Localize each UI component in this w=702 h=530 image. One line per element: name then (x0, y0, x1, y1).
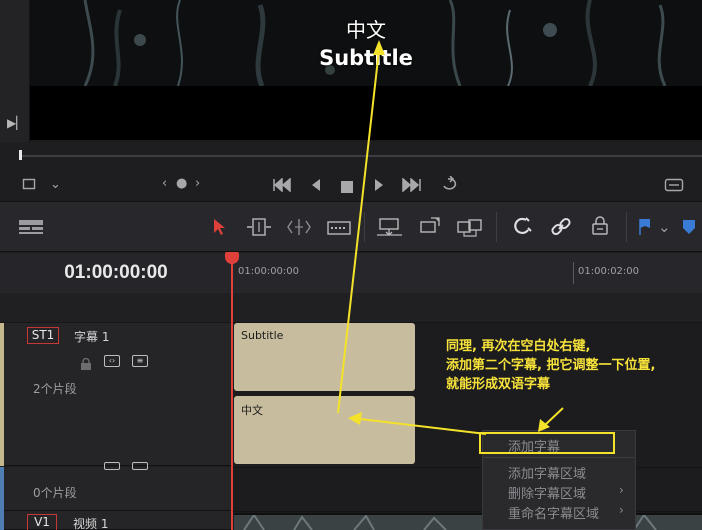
track-name[interactable]: 字幕 1 (74, 328, 109, 345)
track-badge[interactable]: V1 (27, 514, 57, 530)
marker-icon[interactable] (682, 219, 696, 239)
scrubber-track[interactable] (20, 155, 702, 157)
viewer-subtitle-en: Subtitle (319, 46, 413, 70)
menu-item-rename-subtitle-region[interactable]: 重命名字幕区域 (482, 503, 636, 522)
timeline-spacer (0, 293, 702, 323)
caption-icon[interactable]: ≡ (132, 355, 148, 367)
snapping-icon[interactable] (512, 217, 532, 241)
annotation-line: 同理, 再次在空白处右键, (446, 339, 591, 354)
caption-icon[interactable] (132, 462, 148, 470)
track-enable-icon[interactable] (104, 462, 120, 470)
chevron-down-icon[interactable]: ⌄ (50, 178, 61, 192)
prev-marker-icon[interactable]: ‹ (162, 177, 167, 191)
flag-icon[interactable] (638, 218, 652, 240)
video-preview-texture (83, 0, 667, 86)
playhead-line[interactable] (231, 259, 233, 530)
insert-clip-icon[interactable] (376, 217, 404, 241)
play-icon[interactable] (373, 177, 385, 196)
dynamic-trim-icon[interactable] (286, 218, 312, 240)
annotation-line: 就能形成双语字幕 (446, 377, 551, 392)
annotation-line: 添加第二个字幕, 把它调整一下位置, (446, 358, 656, 373)
timeline-view-icon[interactable] (18, 219, 44, 239)
toolbar-separator (626, 212, 627, 242)
link-icon[interactable] (551, 217, 571, 241)
menu-item-add-subtitle-region[interactable]: 添加字幕区域 (482, 463, 636, 482)
ruler-label: 01:00:00:00 (238, 266, 300, 277)
replace-clip-icon[interactable] (456, 217, 484, 241)
step-back-icon[interactable] (310, 177, 322, 196)
ruler-label: 01:00:02:00 (578, 266, 640, 277)
submenu-arrow-icon: › (619, 483, 624, 497)
chevron-down-icon[interactable]: ⌄ (658, 219, 671, 235)
track-color-strip (0, 323, 4, 466)
track-enable-icon[interactable]: ‹› (104, 355, 120, 367)
scrubber-handle[interactable] (19, 150, 22, 160)
submenu-arrow-icon: › (619, 503, 624, 517)
lock-icon[interactable] (591, 216, 609, 240)
toolbar-separator (496, 212, 497, 242)
track-badge[interactable]: ST1 (27, 327, 59, 344)
timecode-display[interactable]: 01:00:00:00 (0, 262, 232, 284)
track-color-strip (0, 467, 4, 511)
trim-icon[interactable] (246, 218, 272, 240)
menu-separator (484, 457, 634, 458)
selection-arrow-icon[interactable] (212, 218, 226, 240)
toolbar-separator (364, 212, 365, 242)
video-letterbox (30, 86, 702, 140)
menu-item-delete-subtitle-region[interactable]: 删除字幕区域 (482, 483, 636, 502)
subtitle-clip[interactable]: Subtitle (234, 323, 415, 391)
lock-icon[interactable] (80, 355, 92, 374)
subtitle-clip[interactable]: 中文 (234, 396, 415, 464)
viewer-subtitle-cn: 中文 (346, 18, 386, 42)
clip-count: 2个片段 (33, 382, 77, 396)
marker-dot-icon[interactable]: ● (176, 177, 187, 191)
blade-icon[interactable] (327, 220, 351, 239)
stop-icon[interactable] (341, 178, 353, 197)
track-color-strip (0, 511, 4, 530)
fullscreen-icon[interactable] (664, 177, 684, 196)
menu-highlight-box (479, 432, 615, 454)
clip-count: 0个片段 (33, 486, 77, 500)
crop-icon[interactable] (22, 177, 36, 195)
next-marker-icon[interactable]: › (195, 177, 200, 191)
overwrite-clip-icon[interactable] (417, 216, 443, 240)
tutorial-annotation: 同理, 再次在空白处右键, 添加第二个字幕, 把它调整一下位置, 就能形成双语字… (446, 337, 702, 394)
play-to-end-icon[interactable]: ▶▏ (7, 116, 25, 130)
skip-to-start-icon[interactable] (272, 177, 292, 196)
loop-icon[interactable] (440, 175, 460, 196)
skip-to-end-icon[interactable] (401, 177, 423, 196)
ruler-major-tick (573, 262, 574, 284)
video-preview (30, 0, 702, 86)
track-name[interactable]: 视频 1 (73, 515, 108, 530)
